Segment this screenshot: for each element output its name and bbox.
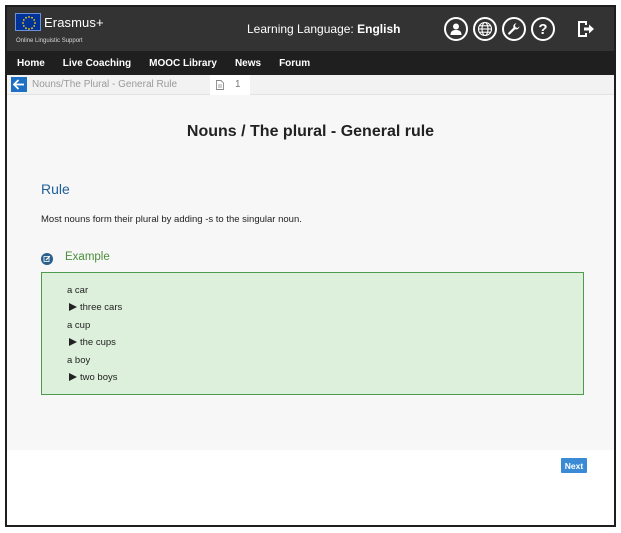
globe-icon[interactable]	[473, 17, 497, 41]
learning-language-label: Learning Language:	[247, 22, 358, 36]
wrench-icon[interactable]	[502, 17, 526, 41]
logo-subtitle: Online Linguistic Support	[16, 38, 83, 44]
profile-icon[interactable]	[444, 17, 468, 41]
back-arrow-button[interactable]	[11, 77, 27, 92]
page-tab[interactable]: 1	[210, 75, 250, 95]
arrow-right-icon	[69, 303, 77, 311]
example-plural: three cars	[69, 302, 122, 313]
example-plural-text: three cars	[80, 302, 123, 313]
example-singular: a boy	[67, 355, 91, 366]
learning-language-value: English	[357, 22, 401, 36]
example-plural-text: two boys	[80, 372, 118, 383]
example-singular: a car	[67, 285, 89, 296]
page-title: Nouns / The plural - General rule	[186, 123, 435, 140]
arrow-right-icon	[69, 338, 77, 346]
arrow-right-icon	[69, 373, 77, 381]
example-plural: the cups	[69, 337, 116, 348]
logo-text: Erasmus+	[44, 15, 104, 30]
eu-flag-icon	[15, 13, 41, 31]
nav-item-live-coaching[interactable]: Live Coaching	[54, 58, 140, 69]
logout-icon[interactable]	[575, 18, 597, 40]
top-bar: Erasmus+ Online Linguistic Support Learn…	[7, 7, 614, 51]
pencil-icon	[41, 253, 53, 265]
example-plural-text: the cups	[80, 337, 116, 348]
breadcrumb: Nouns/The Plural - General Rule	[32, 79, 178, 90]
example-singular: a cup	[67, 320, 91, 331]
nav-item-news[interactable]: News	[226, 58, 270, 69]
main-nav: Home Live Coaching MOOC Library News For…	[7, 51, 614, 75]
breadcrumb-bar: Nouns/The Plural - General Rule 1	[7, 75, 614, 95]
learning-language: Learning Language: English	[247, 22, 400, 36]
example-plural: two boys	[69, 372, 118, 383]
page-icon	[216, 80, 224, 90]
rule-text: Most nouns form their plural by adding -…	[41, 214, 302, 225]
help-icon[interactable]: ?	[531, 17, 555, 41]
help-glyph: ?	[538, 20, 548, 38]
lesson-content: Nouns / The plural - General rule Rule M…	[7, 95, 614, 450]
example-heading: Example	[65, 251, 110, 263]
app-window: Erasmus+ Online Linguistic Support Learn…	[5, 5, 616, 527]
nav-item-forum[interactable]: Forum	[270, 58, 319, 69]
erasmus-logo[interactable]: Erasmus+ Online Linguistic Support	[15, 13, 111, 47]
arrow-left-icon	[13, 79, 24, 90]
example-box: a car three cars a cup the cups a boy tw…	[41, 272, 584, 395]
nav-item-home[interactable]: Home	[7, 58, 54, 69]
nav-item-mooc-library[interactable]: MOOC Library	[140, 58, 226, 69]
section-title: Rule	[41, 181, 70, 197]
page-number: 1	[235, 79, 241, 90]
next-button[interactable]: Next	[561, 458, 587, 473]
